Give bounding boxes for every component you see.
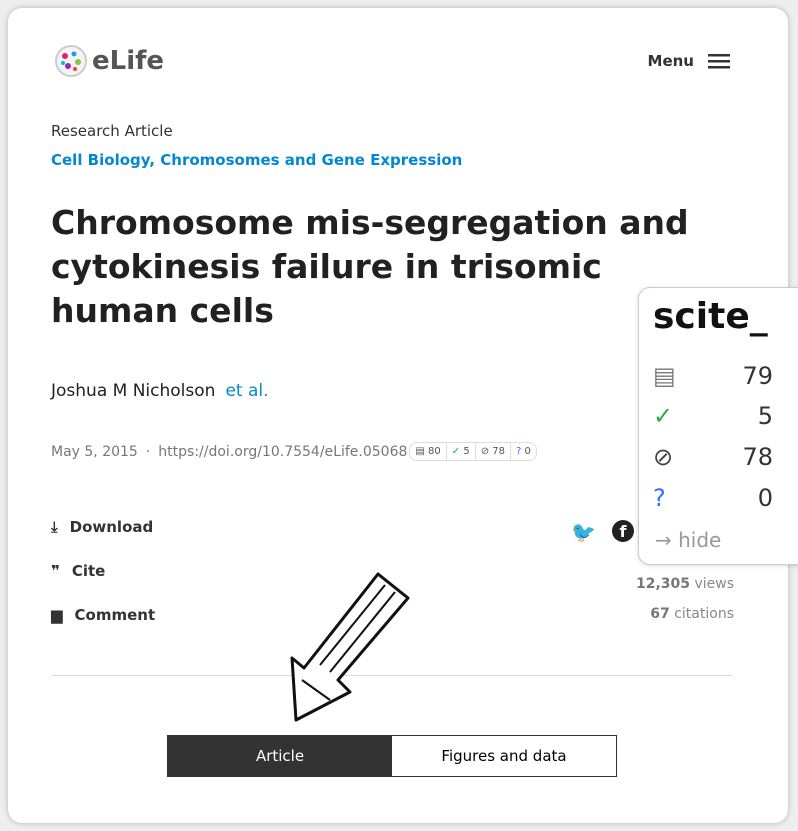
hand-drawn-arrow bbox=[290, 572, 410, 722]
